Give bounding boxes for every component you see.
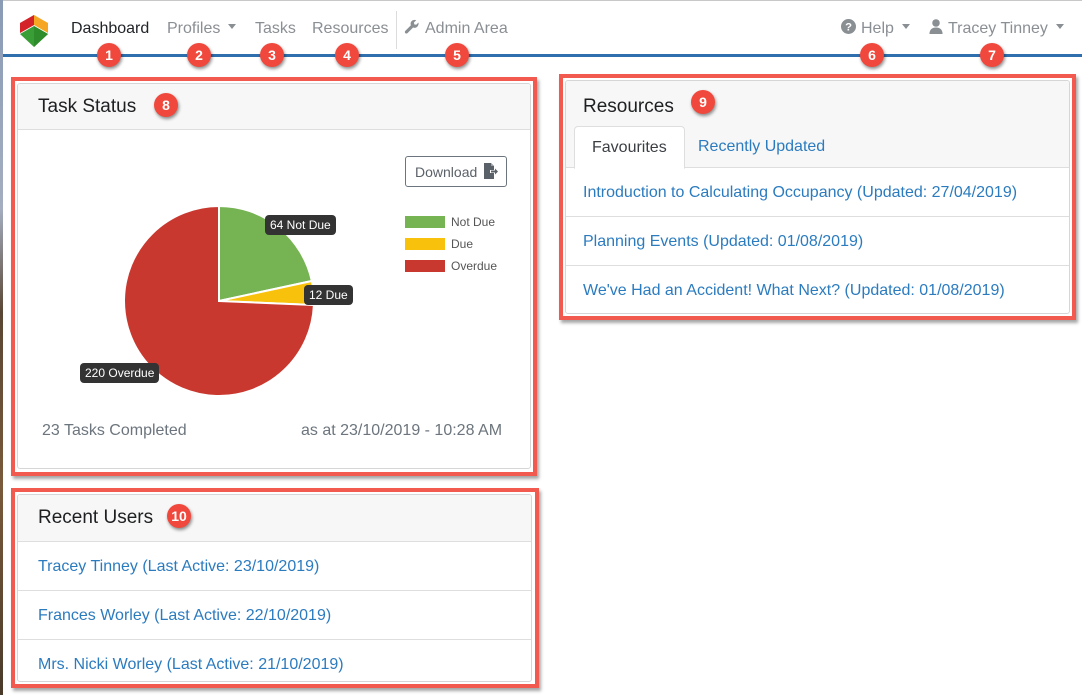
nav-user-menu[interactable]: Tracey Tinney — [929, 20, 1064, 38]
top-navbar: Dashboard Profiles Tasks Resources Admin… — [3, 0, 1082, 57]
question-circle-icon: ? — [841, 19, 856, 34]
resource-item[interactable]: We've Had an Accident! What Next? (Updat… — [566, 266, 1069, 314]
tasks-completed-text: 23 Tasks Completed — [42, 422, 187, 440]
task-status-card: Task Status 64 Not Due 12 Due 220 Overdu… — [17, 83, 531, 469]
legend-label-overdue: Overdue — [451, 259, 497, 273]
nav-dashboard[interactable]: Dashboard — [71, 20, 149, 38]
pie-label-overdue: 220 Overdue — [80, 363, 159, 383]
nav-help-label: Help — [861, 20, 894, 37]
nav-profiles-label: Profiles — [167, 20, 220, 37]
annotation-badge-3: 3 — [260, 43, 284, 67]
caret-down-icon — [902, 24, 910, 29]
legend-label-not-due: Not Due — [451, 215, 495, 229]
file-export-icon — [484, 163, 498, 179]
nav-admin-area-label: Admin Area — [425, 20, 508, 37]
resource-item[interactable]: Planning Events (Updated: 01/08/2019) — [566, 217, 1069, 266]
legend-item-due: Due — [405, 233, 497, 255]
annotation-badge-7: 7 — [980, 43, 1004, 67]
nav-user-name: Tracey Tinney — [948, 20, 1048, 37]
svg-text:?: ? — [845, 22, 852, 34]
recent-users-list: Tracey Tinney (Last Active: 23/10/2019) … — [18, 542, 531, 682]
nav-tasks-label: Tasks — [255, 20, 296, 37]
legend-swatch-due — [405, 238, 445, 250]
legend-swatch-not-due — [405, 216, 445, 228]
desktop-edge — [0, 0, 3, 695]
recent-users-card: Recent Users Tracey Tinney (Last Active:… — [17, 494, 532, 682]
legend-label-due: Due — [451, 237, 473, 251]
nav-divider — [396, 11, 397, 49]
legend-item-overdue: Overdue — [405, 255, 497, 277]
annotation-badge-10: 10 — [167, 504, 191, 528]
pie-label-due: 12 Due — [304, 285, 353, 305]
recent-user-item[interactable]: Frances Worley (Last Active: 22/10/2019) — [18, 591, 531, 640]
recent-users-header: Recent Users — [18, 495, 531, 542]
recent-user-item[interactable]: Mrs. Nicki Worley (Last Active: 21/10/20… — [18, 640, 531, 682]
annotation-badge-8: 8 — [154, 93, 178, 117]
tab-recently-updated[interactable]: Recently Updated — [681, 126, 842, 169]
nav-resources[interactable]: Resources — [312, 20, 388, 38]
recent-users-title: Recent Users — [38, 507, 153, 529]
wrench-icon — [404, 19, 420, 35]
nav-admin-area[interactable]: Admin Area — [404, 20, 508, 38]
as-at-timestamp: as at 23/10/2019 - 10:28 AM — [301, 422, 502, 440]
resources-title: Resources — [583, 96, 674, 118]
annotation-badge-4: 4 — [335, 43, 359, 67]
nav-profiles[interactable]: Profiles — [167, 20, 236, 38]
caret-down-icon — [228, 24, 236, 29]
user-icon — [929, 19, 943, 34]
resources-card: Resources Favourites Recently Updated In… — [565, 80, 1070, 314]
tab-favourites[interactable]: Favourites — [574, 126, 685, 169]
download-button[interactable]: Download — [405, 156, 507, 187]
cube-logo[interactable] — [18, 14, 50, 48]
resources-header: Resources Favourites Recently Updated — [566, 81, 1069, 168]
annotation-badge-6: 6 — [860, 43, 884, 67]
annotation-badge-9: 9 — [691, 90, 715, 114]
pie-label-not-due: 64 Not Due — [265, 215, 336, 235]
annotation-badge-2: 2 — [187, 43, 211, 67]
pie-legend: Not Due Due Overdue — [405, 211, 497, 277]
recent-user-item[interactable]: Tracey Tinney (Last Active: 23/10/2019) — [18, 542, 531, 591]
annotation-badge-1: 1 — [97, 43, 121, 67]
download-label: Download — [415, 164, 477, 180]
caret-down-icon — [1056, 24, 1064, 29]
legend-item-not-due: Not Due — [405, 211, 497, 233]
nav-resources-label: Resources — [312, 20, 388, 37]
legend-swatch-overdue — [405, 260, 445, 272]
annotation-badge-5: 5 — [445, 43, 469, 67]
nav-help[interactable]: ? Help — [841, 20, 910, 38]
resource-item[interactable]: Introduction to Calculating Occupancy (U… — [566, 168, 1069, 217]
nav-tasks[interactable]: Tasks — [255, 20, 296, 38]
nav-dashboard-label: Dashboard — [71, 20, 149, 37]
resources-list: Introduction to Calculating Occupancy (U… — [566, 168, 1069, 314]
